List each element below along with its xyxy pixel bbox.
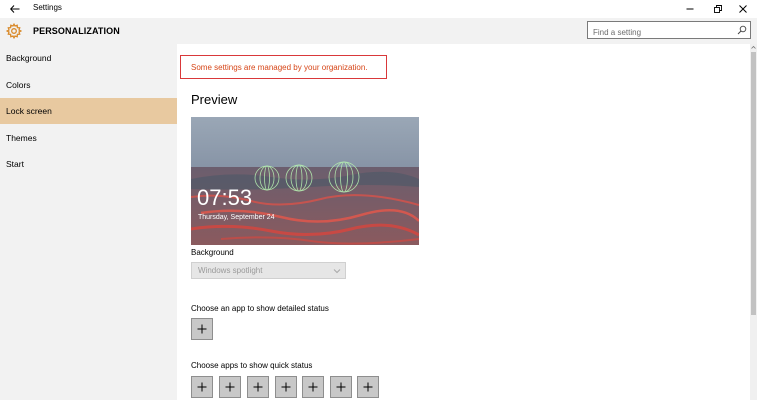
add-detailed-status-app-button[interactable] bbox=[191, 318, 213, 340]
plus-icon bbox=[253, 382, 263, 392]
sidebar-item-label: Themes bbox=[6, 133, 37, 143]
vertical-scrollbar[interactable] bbox=[750, 44, 757, 400]
scroll-thumb[interactable] bbox=[751, 52, 756, 315]
sidebar-item-themes[interactable]: Themes bbox=[0, 125, 177, 151]
chevron-down-icon bbox=[333, 269, 341, 274]
sidebar: Background Colors Lock screen Themes Sta… bbox=[0, 44, 177, 400]
background-dropdown[interactable]: Windows spotlight bbox=[191, 262, 346, 279]
search-icon[interactable] bbox=[737, 25, 747, 35]
add-quick-status-app-button-4[interactable] bbox=[275, 376, 297, 398]
preview-heading: Preview bbox=[191, 92, 238, 107]
main-content: Some settings are managed by your organi… bbox=[177, 44, 750, 400]
sidebar-item-start[interactable]: Start bbox=[0, 151, 177, 177]
add-quick-status-app-button-7[interactable] bbox=[357, 376, 379, 398]
background-label: Background bbox=[191, 248, 234, 257]
search-box[interactable] bbox=[587, 21, 751, 41]
minimize-button[interactable] bbox=[676, 0, 704, 18]
close-button[interactable] bbox=[729, 0, 757, 18]
page-title: PERSONALIZATION bbox=[33, 26, 120, 36]
add-quick-status-app-button-6[interactable] bbox=[330, 376, 352, 398]
close-icon bbox=[739, 5, 747, 13]
app-header: PERSONALIZATION bbox=[0, 18, 757, 44]
search-input[interactable] bbox=[588, 24, 728, 41]
window-title: Settings bbox=[33, 3, 62, 12]
sidebar-item-label: Start bbox=[6, 159, 24, 169]
managed-notice: Some settings are managed by your organi… bbox=[180, 55, 387, 79]
plus-icon bbox=[308, 382, 318, 392]
sidebar-item-label: Colors bbox=[6, 80, 31, 90]
maximize-button[interactable] bbox=[704, 0, 732, 18]
add-quick-status-app-button-3[interactable] bbox=[247, 376, 269, 398]
plus-icon bbox=[336, 382, 346, 392]
detailed-status-label: Choose an app to show detailed status bbox=[191, 304, 329, 313]
plus-icon bbox=[197, 382, 207, 392]
lock-screen-preview: 07:53 Thursday, September 24 bbox=[191, 117, 419, 245]
restore-icon bbox=[714, 5, 722, 13]
add-quick-status-app-button-2[interactable] bbox=[219, 376, 241, 398]
add-quick-status-app-button-5[interactable] bbox=[302, 376, 324, 398]
preview-background-image bbox=[191, 117, 419, 245]
title-bar: Settings bbox=[0, 0, 757, 18]
preview-date: Thursday, September 24 bbox=[198, 214, 275, 221]
scroll-up-arrow-icon[interactable] bbox=[750, 44, 757, 51]
back-button[interactable] bbox=[4, 0, 26, 18]
plus-icon bbox=[225, 382, 235, 392]
quick-status-label: Choose apps to show quick status bbox=[191, 361, 313, 370]
plus-icon bbox=[363, 382, 373, 392]
sidebar-item-colors[interactable]: Colors bbox=[0, 72, 177, 98]
plus-icon bbox=[281, 382, 291, 392]
sidebar-item-label: Background bbox=[6, 53, 52, 63]
background-dropdown-value: Windows spotlight bbox=[198, 266, 263, 275]
sidebar-item-label: Lock screen bbox=[6, 106, 52, 116]
sidebar-item-lock-screen[interactable]: Lock screen bbox=[0, 98, 177, 124]
back-arrow-icon bbox=[10, 5, 20, 13]
sidebar-item-background[interactable]: Background bbox=[0, 45, 177, 71]
add-quick-status-app-button-1[interactable] bbox=[191, 376, 213, 398]
plus-icon bbox=[197, 324, 207, 334]
minimize-icon bbox=[686, 8, 694, 10]
preview-clock: 07:53 bbox=[197, 185, 253, 210]
gear-icon bbox=[6, 23, 22, 39]
